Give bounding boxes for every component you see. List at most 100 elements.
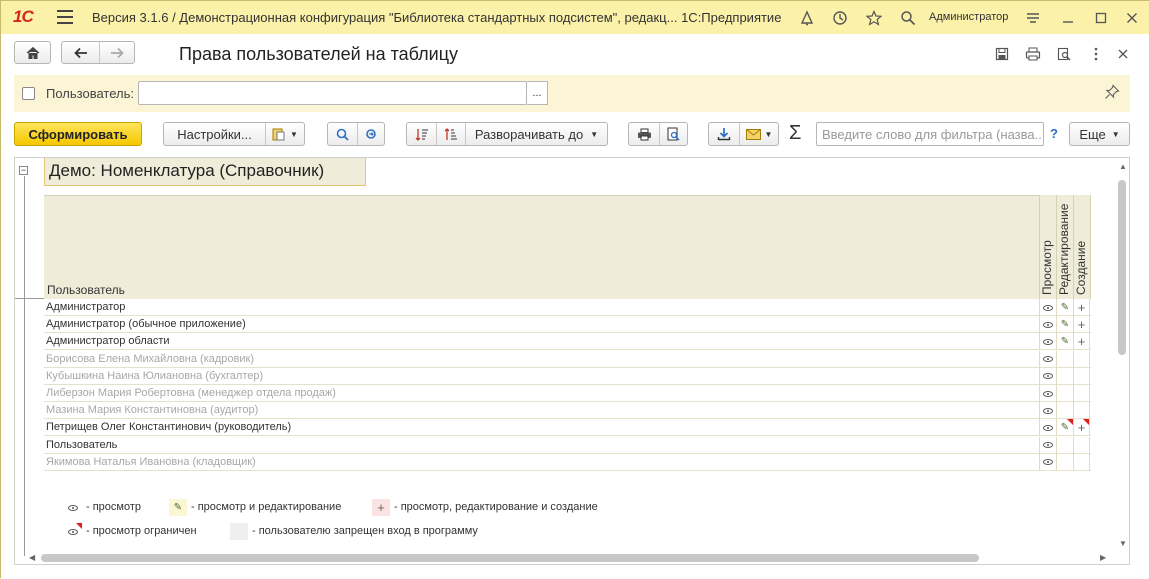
column-header-view: Просмотр [1039, 195, 1056, 299]
view-cell [1039, 299, 1056, 316]
arrow-right-icon [111, 47, 124, 58]
scroll-right-icon[interactable]: ▶ [1100, 553, 1106, 562]
scroll-left-icon[interactable]: ◀ [29, 553, 35, 562]
view-cell [1039, 385, 1056, 402]
star-icon[interactable] [863, 7, 885, 29]
eye-icon [1043, 304, 1053, 311]
legend-view-swatch [64, 499, 82, 516]
eye-icon [1043, 356, 1053, 363]
current-user[interactable]: Администратор [929, 11, 1008, 23]
form-close-icon[interactable] [1113, 44, 1133, 64]
user-pick-button[interactable]: ... [527, 81, 548, 105]
create-cell: + [1073, 299, 1090, 316]
minimize-icon[interactable] [1057, 7, 1079, 29]
eye-icon [1043, 338, 1053, 345]
table-row[interactable]: Якимова Наталья Ивановна (кладовщик) [44, 453, 1091, 471]
edit-cell [1056, 385, 1073, 402]
pin-icon[interactable] [1104, 84, 1120, 105]
chevron-down-icon: ▼ [1111, 129, 1120, 139]
download-icon [717, 128, 731, 141]
table-row[interactable]: Петрищев Олег Константинович (руководите… [44, 419, 1091, 437]
user-filter-checkbox[interactable] [22, 87, 35, 100]
column-header-create-label: Создание [1074, 240, 1088, 295]
generate-button[interactable]: Сформировать [14, 122, 142, 146]
eye-icon [68, 504, 78, 511]
horizontal-scrollbar[interactable] [41, 554, 979, 562]
table-row[interactable]: Либерзон Мария Робертовна (менеджер отде… [44, 385, 1091, 402]
collapse-all-button[interactable] [436, 123, 465, 145]
print-preview-icon [667, 127, 680, 141]
chevron-down-icon: ▼ [590, 129, 599, 139]
help-icon[interactable]: ? [1050, 126, 1058, 141]
expand-to-dropdown[interactable]: Разворачивать до ▼ [465, 123, 607, 145]
user-name-cell: Администратор [46, 301, 126, 313]
settings-button[interactable]: Настройки... [164, 123, 265, 145]
close-icon[interactable] [1121, 7, 1143, 29]
more-label: Еще [1079, 126, 1106, 142]
edit-cell: ✎ [1056, 299, 1073, 316]
export-group: ▼ [708, 122, 779, 146]
filter-search-input[interactable]: Введите слово для фильтра (назва... [816, 122, 1044, 146]
eye-icon [1043, 321, 1053, 328]
edit-cell [1056, 453, 1073, 471]
column-header-create: Создание [1073, 195, 1091, 299]
collapse-group-icon[interactable]: − [19, 166, 28, 175]
form-content: Права пользователей на таблицу Пользоват… [1, 34, 1149, 579]
forward-button[interactable] [99, 42, 134, 63]
print-button[interactable] [629, 123, 659, 145]
plus-icon: + [1077, 317, 1086, 333]
settings-menu-icon[interactable] [1022, 7, 1044, 29]
tree-line [15, 298, 44, 299]
sum-icon[interactable]: Σ [789, 122, 801, 145]
find-button[interactable] [328, 123, 357, 145]
table-row[interactable]: Администратор области ✎ + [44, 333, 1091, 351]
maximize-icon[interactable] [1090, 7, 1112, 29]
eye-icon [1043, 407, 1053, 414]
create-cell [1073, 402, 1090, 420]
print-icon[interactable] [1023, 44, 1043, 64]
search-icon[interactable] [897, 7, 919, 29]
back-button[interactable] [62, 42, 99, 63]
table-row[interactable]: Мазина Мария Константиновна (аудитор) [44, 402, 1091, 420]
more-vertical-icon[interactable] [1086, 44, 1106, 64]
expand-all-button[interactable] [407, 123, 436, 145]
report-spreadsheet[interactable]: − Демо: Номенклатура (Справочник) Пользо… [14, 157, 1130, 565]
home-icon [26, 46, 39, 59]
view-cell [1039, 402, 1056, 420]
variants-button[interactable]: ▼ [265, 123, 304, 145]
more-button[interactable]: Еще ▼ [1069, 122, 1130, 146]
find-group [327, 122, 385, 146]
find-next-icon [365, 128, 376, 139]
user-filter-input[interactable] [138, 81, 527, 105]
bell-icon[interactable] [796, 7, 818, 29]
sort-asc-icon [444, 127, 457, 140]
group-title: Демо: Номенклатура (Справочник) [44, 158, 366, 186]
table-row[interactable]: Администратор ✎ + [44, 299, 1091, 316]
history-icon[interactable] [829, 7, 851, 29]
table-row[interactable]: Борисова Елена Михайловна (кадровик) [44, 350, 1091, 368]
table-row[interactable]: Пользователь [44, 436, 1091, 454]
vertical-scrollbar[interactable] [1118, 180, 1126, 355]
user-name-cell: Кубышкина Наина Юлиановна (бухгалтер) [46, 369, 264, 382]
pencil-icon: ✎ [1060, 302, 1070, 313]
scroll-down-icon[interactable]: ▼ [1119, 539, 1127, 548]
view-cell [1039, 419, 1056, 437]
scroll-up-icon[interactable]: ▲ [1119, 162, 1127, 171]
preview-icon[interactable] [1054, 44, 1074, 64]
legend-view-edit: - просмотр и редактирование [191, 501, 342, 513]
column-header-edit-label: Редактирование [1057, 203, 1071, 295]
table-row[interactable]: Кубышкина Наина Юлиановна (бухгалтер) [44, 367, 1091, 385]
restricted-flag-icon [1083, 419, 1089, 426]
save-icon[interactable] [992, 44, 1012, 64]
main-menu-icon[interactable] [57, 10, 73, 24]
save-to-file-button[interactable] [709, 123, 739, 145]
print-preview-button[interactable] [659, 123, 687, 145]
send-email-button[interactable]: ▼ [739, 123, 778, 145]
pencil-icon: ✎ [173, 502, 183, 513]
find-next-button[interactable] [357, 123, 384, 145]
home-button[interactable] [14, 41, 51, 64]
user-name-cell: Борисова Елена Михайловна (кадровик) [46, 352, 255, 365]
table-row[interactable]: Администратор (обычное приложение) ✎ + [44, 316, 1091, 334]
legend-edit-swatch: ✎ [169, 499, 187, 516]
user-name-cell: Администратор области [46, 335, 170, 348]
